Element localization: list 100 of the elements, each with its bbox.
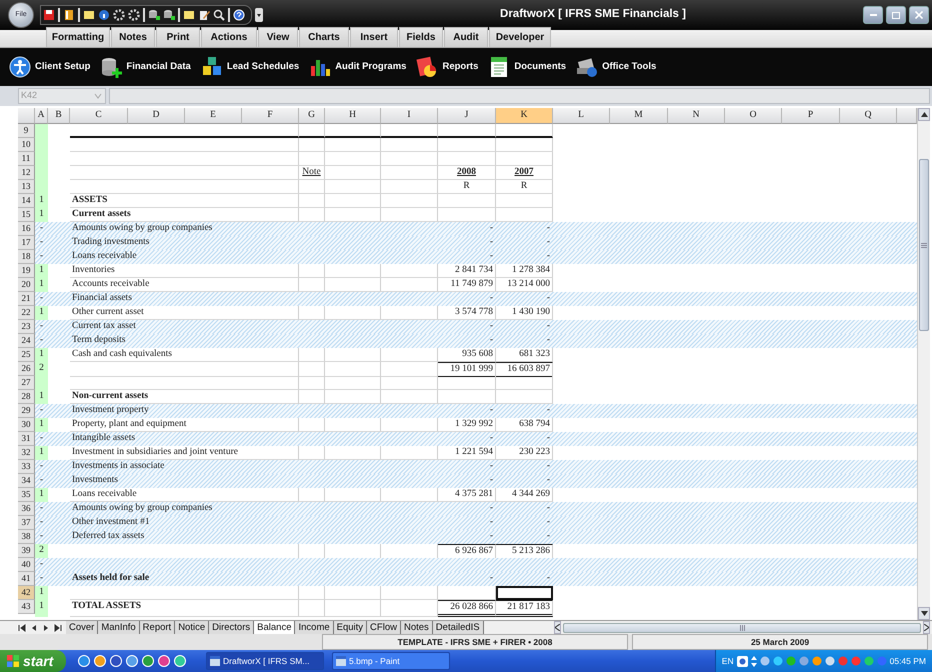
- sheet-tab[interactable]: Directors: [209, 621, 254, 634]
- column-header[interactable]: Q: [840, 108, 897, 124]
- sheet-tab[interactable]: Income: [295, 621, 334, 634]
- ribbon-tab[interactable]: View: [258, 27, 298, 47]
- row-header[interactable]: 21: [18, 292, 35, 306]
- start-button[interactable]: start: [0, 650, 66, 672]
- row-header[interactable]: 35: [18, 488, 35, 502]
- row-header[interactable]: 24: [18, 334, 35, 348]
- scrollbar-thumb[interactable]: [919, 159, 929, 331]
- sheet-tab[interactable]: Balance: [254, 621, 296, 634]
- close-button[interactable]: [909, 6, 929, 24]
- database-icon[interactable]: [163, 9, 175, 21]
- row-header[interactable]: 37: [18, 516, 35, 530]
- arrows-icon[interactable]: [750, 656, 757, 666]
- taskbar-button[interactable]: DraftworX [ IFRS SM...: [206, 652, 324, 670]
- tray-icon[interactable]: [824, 656, 835, 666]
- note-icon[interactable]: [183, 9, 195, 21]
- ribbon-tab[interactable]: Print: [156, 27, 200, 47]
- row-header[interactable]: 42: [18, 586, 35, 600]
- row-header[interactable]: 17: [18, 236, 35, 250]
- row-header[interactable]: 22: [18, 306, 35, 320]
- sheet-tab[interactable]: Notes: [400, 621, 433, 634]
- app-icon[interactable]: [94, 655, 106, 667]
- toolbar-button[interactable]: Lead Schedules: [198, 56, 302, 78]
- row-header[interactable]: 33: [18, 460, 35, 474]
- column-header[interactable]: P: [782, 108, 840, 124]
- app-icon[interactable]: [110, 655, 122, 667]
- ribbon-tab[interactable]: Audit: [444, 27, 488, 47]
- column-header[interactable]: D: [128, 108, 185, 124]
- row-header[interactable]: 32: [18, 446, 35, 460]
- language-indicator[interactable]: EN: [722, 654, 734, 668]
- previous-sheet-icon[interactable]: [30, 624, 38, 632]
- row-header[interactable]: 18: [18, 250, 35, 264]
- restore-button[interactable]: [886, 6, 906, 24]
- toolbar-button[interactable]: Client Setup: [6, 56, 94, 78]
- row-header[interactable]: 27: [18, 376, 35, 390]
- column-header[interactable]: E: [185, 108, 242, 124]
- tray-icon[interactable]: [760, 656, 770, 666]
- column-header[interactable]: A: [35, 108, 48, 124]
- row-header[interactable]: 38: [18, 530, 35, 544]
- toolbar-button[interactable]: Reports: [413, 56, 482, 78]
- sheet-tab[interactable]: DetailedIS: [432, 621, 484, 634]
- ribbon-tab[interactable]: Fields: [399, 27, 443, 47]
- toolbar-button[interactable]: Documents: [485, 56, 570, 78]
- column-header[interactable]: I: [381, 108, 438, 124]
- ribbon-tab[interactable]: Actions: [201, 27, 257, 47]
- column-header[interactable]: C: [70, 108, 128, 124]
- ribbon-tab[interactable]: Developer: [489, 27, 551, 47]
- book-icon[interactable]: [63, 9, 75, 21]
- column-header[interactable]: L: [553, 108, 610, 124]
- pencil-icon[interactable]: [198, 9, 210, 21]
- row-header[interactable]: 10: [18, 138, 35, 152]
- app-icon[interactable]: [158, 655, 170, 667]
- sheet-tab[interactable]: ManInfo: [98, 621, 140, 634]
- row-header[interactable]: 34: [18, 474, 35, 488]
- sheet-tab[interactable]: Equity: [334, 621, 368, 634]
- minimize-button[interactable]: [863, 6, 883, 24]
- formula-input[interactable]: [109, 88, 930, 104]
- row-header[interactable]: 36: [18, 502, 35, 516]
- sheet-tab[interactable]: CFlow: [367, 621, 401, 634]
- row-header[interactable]: 19: [18, 264, 35, 278]
- column-header[interactable]: H: [325, 108, 381, 124]
- column-header[interactable]: O: [725, 108, 782, 124]
- row-header[interactable]: 15: [18, 208, 35, 222]
- scrollbar-thumb[interactable]: [563, 622, 921, 632]
- scroll-up-button[interactable]: [918, 108, 930, 121]
- row-header[interactable]: 12: [18, 166, 35, 180]
- help-icon[interactable]: [233, 9, 245, 21]
- row-header[interactable]: 29: [18, 404, 35, 418]
- first-sheet-icon[interactable]: [18, 624, 26, 632]
- app-icon[interactable]: [142, 655, 154, 667]
- column-header[interactable]: J: [438, 108, 496, 124]
- row-header[interactable]: 20: [18, 278, 35, 292]
- note-icon[interactable]: [83, 9, 95, 21]
- database-icon[interactable]: [148, 9, 160, 21]
- scroll-left-button[interactable]: [554, 621, 561, 634]
- scroll-right-button[interactable]: [923, 621, 930, 634]
- app-icon[interactable]: [78, 655, 90, 667]
- last-sheet-icon[interactable]: [54, 624, 62, 632]
- row-header[interactable]: 39: [18, 544, 35, 558]
- ribbon-tab[interactable]: Charts: [299, 27, 349, 47]
- select-all-corner[interactable]: [18, 108, 35, 124]
- next-sheet-icon[interactable]: [42, 624, 50, 632]
- row-header[interactable]: 30: [18, 418, 35, 432]
- row-header[interactable]: 16: [18, 222, 35, 236]
- gear-icon[interactable]: [113, 9, 125, 21]
- app-icon[interactable]: [174, 655, 186, 667]
- app-icon[interactable]: [126, 655, 138, 667]
- row-header[interactable]: 23: [18, 320, 35, 334]
- row-header[interactable]: 14: [18, 194, 35, 208]
- column-header[interactable]: B: [48, 108, 70, 124]
- row-header[interactable]: 40: [18, 558, 35, 572]
- gear-icon[interactable]: [128, 9, 140, 21]
- scroll-down-button[interactable]: [918, 607, 930, 620]
- row-header[interactable]: 13: [18, 180, 35, 194]
- row-header[interactable]: 11: [18, 152, 35, 166]
- ribbon-tab[interactable]: Notes: [111, 27, 155, 47]
- column-header[interactable]: N: [668, 108, 725, 124]
- column-header[interactable]: K: [496, 108, 553, 124]
- row-header[interactable]: 41: [18, 572, 35, 586]
